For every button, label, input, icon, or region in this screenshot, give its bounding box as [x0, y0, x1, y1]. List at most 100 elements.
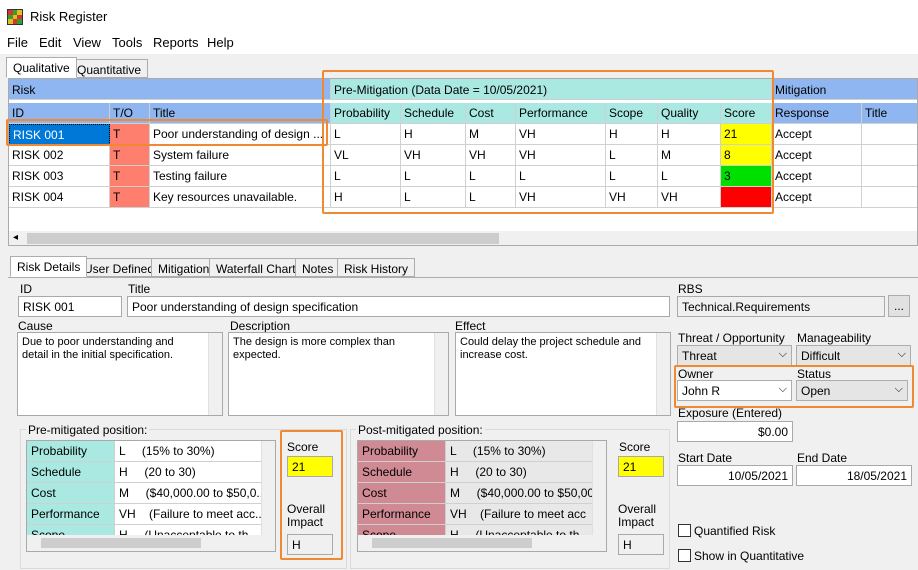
- tab-quantitative[interactable]: Quantitative: [70, 59, 149, 78]
- cell-cost[interactable]: L: [466, 187, 516, 208]
- cell-score[interactable]: 8: [721, 145, 772, 166]
- tab-waterfall-chart[interactable]: Waterfall Chart: [209, 258, 303, 277]
- cell-cost[interactable]: L: [466, 166, 516, 187]
- cell-scope[interactable]: VH: [606, 187, 658, 208]
- menu-edit[interactable]: Edit: [39, 35, 61, 50]
- cell-probability[interactable]: H: [331, 187, 401, 208]
- cell-to[interactable]: T: [110, 187, 150, 208]
- menu-tools[interactable]: Tools: [112, 35, 142, 50]
- grid-hscrollbar[interactable]: ◂: [9, 231, 917, 245]
- effect-textarea[interactable]: Could delay the project schedule and inc…: [455, 332, 671, 416]
- cell-performance[interactable]: VH: [516, 187, 606, 208]
- menu-reports[interactable]: Reports: [153, 35, 199, 50]
- cell-quality[interactable]: VH: [658, 187, 721, 208]
- pre-table-hscroll[interactable]: [27, 535, 275, 551]
- cell-schedule[interactable]: L: [401, 166, 466, 187]
- cell-id[interactable]: RISK 001: [9, 124, 110, 145]
- status-select[interactable]: Open ⌵: [796, 380, 908, 401]
- cell-performance[interactable]: VH: [516, 124, 606, 145]
- cell-score[interactable]: 3: [721, 166, 772, 187]
- cell-cost[interactable]: M: [466, 124, 516, 145]
- grid-hscroll-thumb[interactable]: [27, 233, 499, 244]
- cell-id[interactable]: RISK 004: [9, 187, 110, 208]
- col-mitigation-title[interactable]: Title: [862, 103, 917, 124]
- cell-schedule[interactable]: L: [401, 187, 466, 208]
- col-to[interactable]: T/O: [110, 103, 150, 124]
- cell-response[interactable]: Accept: [772, 124, 862, 145]
- cell-scope[interactable]: L: [606, 145, 658, 166]
- menu-view[interactable]: View: [73, 35, 101, 50]
- cell-title[interactable]: Key resources unavailable.: [150, 187, 331, 208]
- scroll-left-icon[interactable]: ◂: [13, 232, 18, 243]
- cell-score[interactable]: 21: [721, 124, 772, 145]
- col-response[interactable]: Response: [772, 103, 862, 124]
- cell-quality[interactable]: M: [658, 145, 721, 166]
- col-probability[interactable]: Probability: [331, 103, 401, 124]
- tab-risk-history[interactable]: Risk History: [337, 258, 416, 277]
- tab-qualitative[interactable]: Qualitative: [6, 57, 77, 78]
- col-cost[interactable]: Cost: [466, 103, 516, 124]
- cell-probability[interactable]: VL: [331, 145, 401, 166]
- col-title[interactable]: Title: [150, 103, 331, 124]
- col-score[interactable]: Score: [721, 103, 772, 124]
- cause-scrollbar[interactable]: [208, 333, 222, 415]
- post-hscroll-thumb[interactable]: [372, 538, 532, 548]
- cell-probability[interactable]: L: [331, 124, 401, 145]
- cell-title[interactable]: Poor understanding of design ...: [150, 124, 331, 145]
- cell-to[interactable]: T: [110, 124, 150, 145]
- effect-scrollbar[interactable]: [656, 333, 670, 415]
- col-performance[interactable]: Performance: [516, 103, 606, 124]
- quantified-risk-checkbox[interactable]: [678, 524, 691, 537]
- cell-title[interactable]: System failure: [150, 145, 331, 166]
- show-quantitative-checkbox[interactable]: [678, 549, 691, 562]
- col-schedule[interactable]: Schedule: [401, 103, 466, 124]
- cause-textarea[interactable]: Due to poor understanding and detail in …: [17, 332, 223, 416]
- rbs-browse-button[interactable]: ...: [888, 295, 910, 317]
- tab-notes[interactable]: Notes: [295, 258, 341, 277]
- cell-response[interactable]: Accept: [772, 187, 862, 208]
- cell-schedule[interactable]: VH: [401, 145, 466, 166]
- cell-scope[interactable]: H: [606, 124, 658, 145]
- owner-select[interactable]: John R ⌵: [677, 380, 792, 401]
- start-date-field[interactable]: 10/05/2021: [677, 465, 793, 486]
- menu-file[interactable]: File: [7, 35, 28, 50]
- cell-to[interactable]: T: [110, 166, 150, 187]
- tab-mitigation[interactable]: Mitigation: [151, 258, 217, 277]
- cell-response[interactable]: Accept: [772, 166, 862, 187]
- cell-response[interactable]: Accept: [772, 145, 862, 166]
- post-table-hscroll[interactable]: [358, 535, 606, 551]
- cell-mitigation-title[interactable]: [862, 187, 917, 208]
- cell-performance[interactable]: VH: [516, 145, 606, 166]
- menu-help[interactable]: Help: [207, 35, 234, 50]
- col-scope[interactable]: Scope: [606, 103, 658, 124]
- cell-performance[interactable]: L: [516, 166, 606, 187]
- cell-to[interactable]: T: [110, 145, 150, 166]
- tab-risk-details[interactable]: Risk Details: [10, 256, 88, 277]
- end-date-field[interactable]: 18/05/2021: [796, 465, 912, 486]
- pre-hscroll-thumb[interactable]: [41, 538, 201, 548]
- id-field[interactable]: RISK 001: [18, 296, 122, 317]
- cell-title[interactable]: Testing failure: [150, 166, 331, 187]
- col-id[interactable]: ID: [9, 103, 110, 124]
- description-textarea[interactable]: The design is more complex than expected…: [228, 332, 449, 416]
- exposure-field[interactable]: $0.00: [677, 421, 793, 442]
- post-table-vscroll[interactable]: [592, 441, 606, 536]
- cell-id[interactable]: RISK 002: [9, 145, 110, 166]
- threat-select[interactable]: Threat ⌵: [677, 345, 792, 366]
- pre-table-vscroll[interactable]: [261, 441, 275, 536]
- tab-user-defined[interactable]: User Defined: [77, 258, 162, 277]
- cell-mitigation-title[interactable]: [862, 166, 917, 187]
- col-quality[interactable]: Quality: [658, 103, 721, 124]
- cell-cost[interactable]: VH: [466, 145, 516, 166]
- cell-mitigation-title[interactable]: [862, 145, 917, 166]
- cell-quality[interactable]: L: [658, 166, 721, 187]
- cell-probability[interactable]: L: [331, 166, 401, 187]
- cell-quality[interactable]: H: [658, 124, 721, 145]
- cell-id[interactable]: RISK 003: [9, 166, 110, 187]
- cell-score[interactable]: 56: [721, 187, 772, 208]
- title-field[interactable]: Poor understanding of design specificati…: [127, 296, 670, 317]
- cell-schedule[interactable]: H: [401, 124, 466, 145]
- cell-scope[interactable]: L: [606, 166, 658, 187]
- cell-mitigation-title[interactable]: [862, 124, 917, 145]
- manageability-select[interactable]: Difficult ⌵: [796, 345, 911, 366]
